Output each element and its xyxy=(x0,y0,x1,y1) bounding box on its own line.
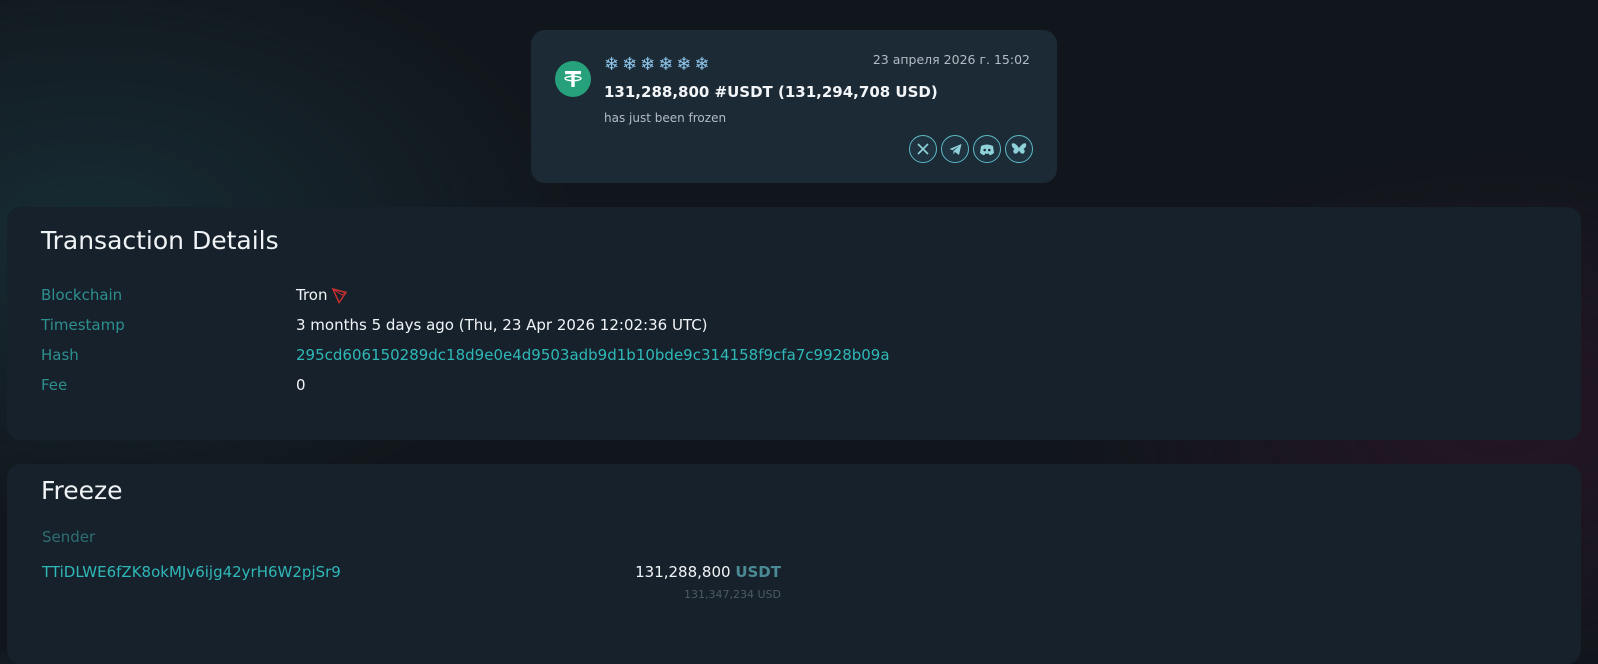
freeze-amount: 131,288,800 USDT xyxy=(635,563,781,581)
currency-label: USDT xyxy=(735,563,781,581)
section-title: Freeze xyxy=(41,476,123,505)
alert-amount: 131,288,800 #USDT (131,294,708 USD) xyxy=(604,83,938,101)
share-telegram-button[interactable] xyxy=(941,135,969,163)
detail-row-timestamp: Timestamp 3 months 5 days ago (Thu, 23 A… xyxy=(41,314,708,336)
alert-date: 23 апреля 2026 г. 15:02 xyxy=(872,52,1030,67)
sender-address-link[interactable]: TTiDLWE6fZK8okMJv6ijg42yrH6W2pjSr9 xyxy=(42,563,341,581)
transaction-details-panel: Transaction Details Blockchain Tron Time… xyxy=(7,207,1581,440)
detail-label: Hash xyxy=(41,346,79,364)
detail-label: Fee xyxy=(41,376,68,394)
alert-card: ❄❄❄❄❄❄ 23 апреля 2026 г. 15:02 131,288,8… xyxy=(531,30,1057,183)
fee-value: 0 xyxy=(296,376,306,394)
usd-value: 131,347,234 USD xyxy=(684,588,781,601)
share-bluesky-button[interactable] xyxy=(1005,135,1033,163)
blockchain-value: Tron xyxy=(296,286,328,304)
tether-usdt-icon xyxy=(555,61,591,97)
detail-label: Timestamp xyxy=(41,316,125,334)
sender-label: Sender xyxy=(42,528,96,546)
section-title: Transaction Details xyxy=(41,226,279,255)
hash-link[interactable]: 295cd606150289dc18d9e0e4d9503adb9d1b10bd… xyxy=(296,346,890,364)
snowflake-icons: ❄❄❄❄❄❄ xyxy=(604,54,713,75)
detail-row-hash: Hash 295cd606150289dc18d9e0e4d9503adb9d1… xyxy=(41,344,890,366)
alert-status: has just been frozen xyxy=(604,111,727,125)
share-buttons xyxy=(909,135,1033,163)
share-discord-button[interactable] xyxy=(973,135,1001,163)
tron-icon xyxy=(332,287,348,304)
detail-row-blockchain: Blockchain Tron xyxy=(41,284,348,306)
timestamp-value: 3 months 5 days ago (Thu, 23 Apr 2026 12… xyxy=(296,316,708,334)
amount-value: 131,288,800 xyxy=(635,563,731,581)
discord-icon xyxy=(980,144,994,155)
x-logo-icon xyxy=(917,143,929,155)
freeze-panel: Freeze Sender TTiDLWE6fZK8okMJv6ijg42yrH… xyxy=(7,464,1581,664)
detail-row-fee: Fee 0 xyxy=(41,374,306,396)
telegram-icon xyxy=(949,143,961,155)
share-x-button[interactable] xyxy=(909,135,937,163)
bluesky-icon xyxy=(1011,143,1027,154)
detail-label: Blockchain xyxy=(41,286,123,304)
